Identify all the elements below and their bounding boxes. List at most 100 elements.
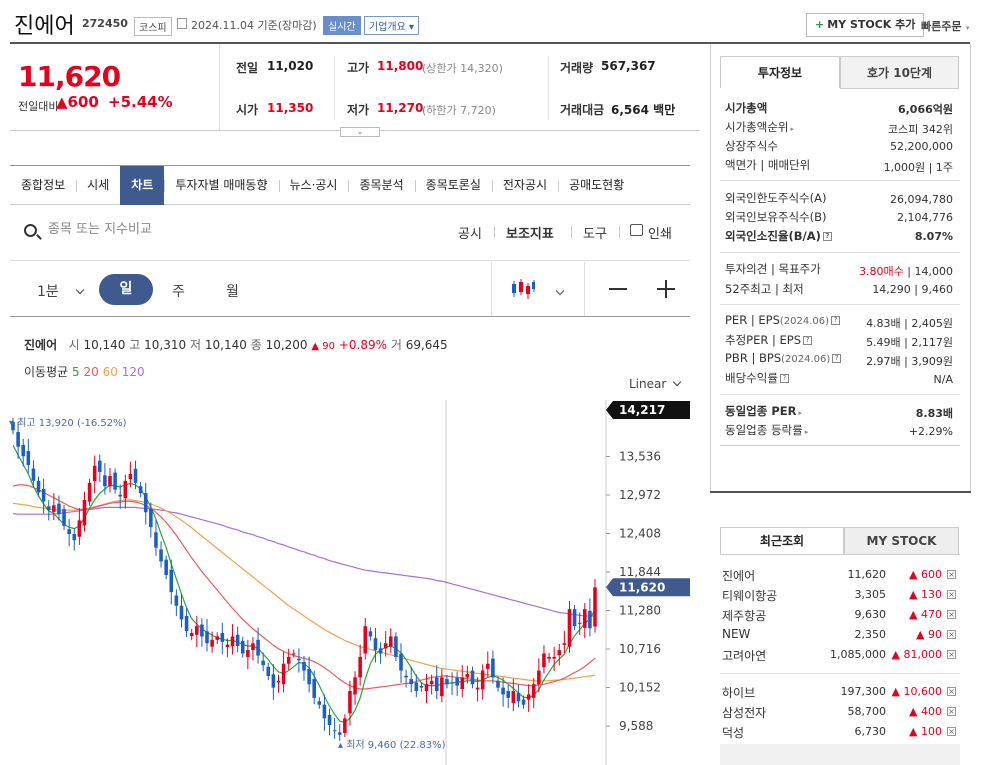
print-icon[interactable] [630,224,643,236]
recent-item-name[interactable]: 제주항공 [722,607,766,624]
candle-body [113,472,117,490]
candle-body [572,609,577,627]
dividend-text: 배당수익률 [725,371,778,385]
ma60-legend: 60 [102,365,118,379]
candle-body [159,549,163,562]
candle-type-icon[interactable] [510,278,536,303]
drawing-tool-button[interactable]: 도구 [583,223,607,242]
candle-body [312,679,316,698]
candle-body [557,650,562,656]
recent-item-change: ▲ 130 [909,588,942,601]
tab-quote[interactable]: 시세 [76,166,120,205]
candle-body [322,704,327,719]
recent-item-name[interactable]: 진에어 [722,567,755,584]
expand-chevron-icon[interactable]: ⌄ [340,127,380,137]
recent-item-name[interactable]: 삼성전자 [722,704,766,721]
print-button[interactable]: 인쇄 [648,223,672,242]
zoom-in-icon[interactable] [656,280,676,300]
high-value: 11,800 [377,59,424,73]
ma120-legend: 120 [121,365,145,379]
candle-body [292,653,296,655]
search-icon[interactable] [24,224,37,237]
tab-investor[interactable]: 투자자별 매매동향 [164,166,278,205]
tab-order-book[interactable]: 호가 10단계 [840,56,959,89]
market-cap-rank-label[interactable]: 시가총액순위 ▸ [725,119,794,135]
price-chart[interactable]: 13,536 12,972 12,408 11,844 11,280 10,716 10,1… [0,400,700,765]
candle-body [429,680,434,685]
recent-item-name[interactable]: NEW [722,627,750,641]
tab-analysis[interactable]: 종목분석 [348,166,414,205]
tab-overview[interactable]: 종합정보 [10,166,76,205]
tab-disclosure[interactable]: 전자공시 [491,166,558,205]
period-day-button[interactable]: 일 [99,274,153,305]
candle-body [36,480,41,493]
candle-body [327,714,332,726]
compare-search-input[interactable] [48,222,308,237]
candle-body [496,680,500,688]
remove-item-icon[interactable]: × [947,630,956,639]
industry-per-label[interactable]: 동일업종 PER ▸ [725,403,802,419]
prev-compare-label: 전일대비 [18,100,59,113]
recent-footer [720,744,960,765]
remove-item-icon[interactable]: × [947,687,956,696]
tab-my-stock[interactable]: MY STOCK [844,527,959,555]
section-divider [720,252,960,253]
help-icon[interactable]: ? [779,374,789,383]
calendar-icon [177,18,187,29]
ohlc-high-label: 고 [129,338,141,352]
tab-news[interactable]: 뉴스·공시 [278,166,349,205]
remove-item-icon[interactable]: × [947,650,956,659]
candle-body [261,660,265,666]
indicator-button[interactable]: 보조지표 [506,223,554,242]
remove-item-icon[interactable]: × [947,590,956,599]
industry-per-text: 동일업종 PER [725,404,797,418]
candle-body [389,636,393,647]
remove-item-icon[interactable]: × [947,610,956,619]
add-mystock-label: MY STOCK 추가 [827,18,916,31]
tab-recent[interactable]: 최근조회 [720,527,844,555]
candle-body [108,476,112,487]
period-month-button[interactable]: 월 [226,281,239,301]
recent-item-name[interactable]: 고려아연 [722,647,766,664]
candle-body [440,677,444,697]
realtime-button[interactable]: 실시간 [323,16,361,35]
recent-item-name[interactable]: 티웨이항공 [722,587,777,604]
tab-investment-info[interactable]: 투자정보 [720,56,840,89]
trade-amount-value: 6,564 백만 [611,101,675,118]
scale-select[interactable]: Linear [629,377,682,391]
candle-body [174,595,179,606]
period-week-button[interactable]: 주 [172,281,185,301]
quote-divider [548,56,549,120]
candle-body [16,431,20,447]
candle-body [72,534,77,541]
low-label: 저가 [347,103,370,117]
remove-item-icon[interactable]: × [947,570,956,579]
company-overview-dropdown[interactable]: 기업개요 ▾ [364,16,419,35]
zoom-out-icon[interactable] [609,288,627,290]
chart-type-dropdown[interactable] [555,283,565,297]
period-minute-select[interactable]: 1분 [37,281,84,301]
tab-chart[interactable]: 차트 [120,166,165,205]
remove-item-icon[interactable]: × [947,727,956,736]
tab-discussion[interactable]: 종목토론실 [414,166,492,205]
candle-body [516,692,521,702]
moving-average-legend: 이동평균 5 20 60 120 [24,363,145,380]
y-tick-label: 12,408 [619,526,661,540]
period-minute-label: 1분 [37,284,59,300]
ma5-line [12,445,596,724]
recent-item-name[interactable]: 하이브 [722,684,755,701]
recent-item-name[interactable]: 덕성 [722,724,744,741]
candle-body [128,473,133,480]
candle-body [82,499,87,526]
high-marker-label: ▾ 최고 13,920 (-16.52%) [9,417,127,429]
help-icon[interactable]: ? [803,336,813,345]
notice-toggle[interactable]: 공시 [458,223,482,242]
candle-body [450,682,454,684]
add-mystock-button[interactable]: + MY STOCK 추가 [806,13,925,37]
tab-short-selling[interactable]: 공매도현황 [558,166,635,205]
remove-item-icon[interactable]: × [947,707,956,716]
ohlc-low-label: 저 [189,338,202,352]
candle-body [506,691,510,698]
industry-rate-label[interactable]: 동일업종 등락률 ▸ [725,422,808,438]
quick-order-button[interactable]: 빠른주문 ▾ [921,18,969,34]
